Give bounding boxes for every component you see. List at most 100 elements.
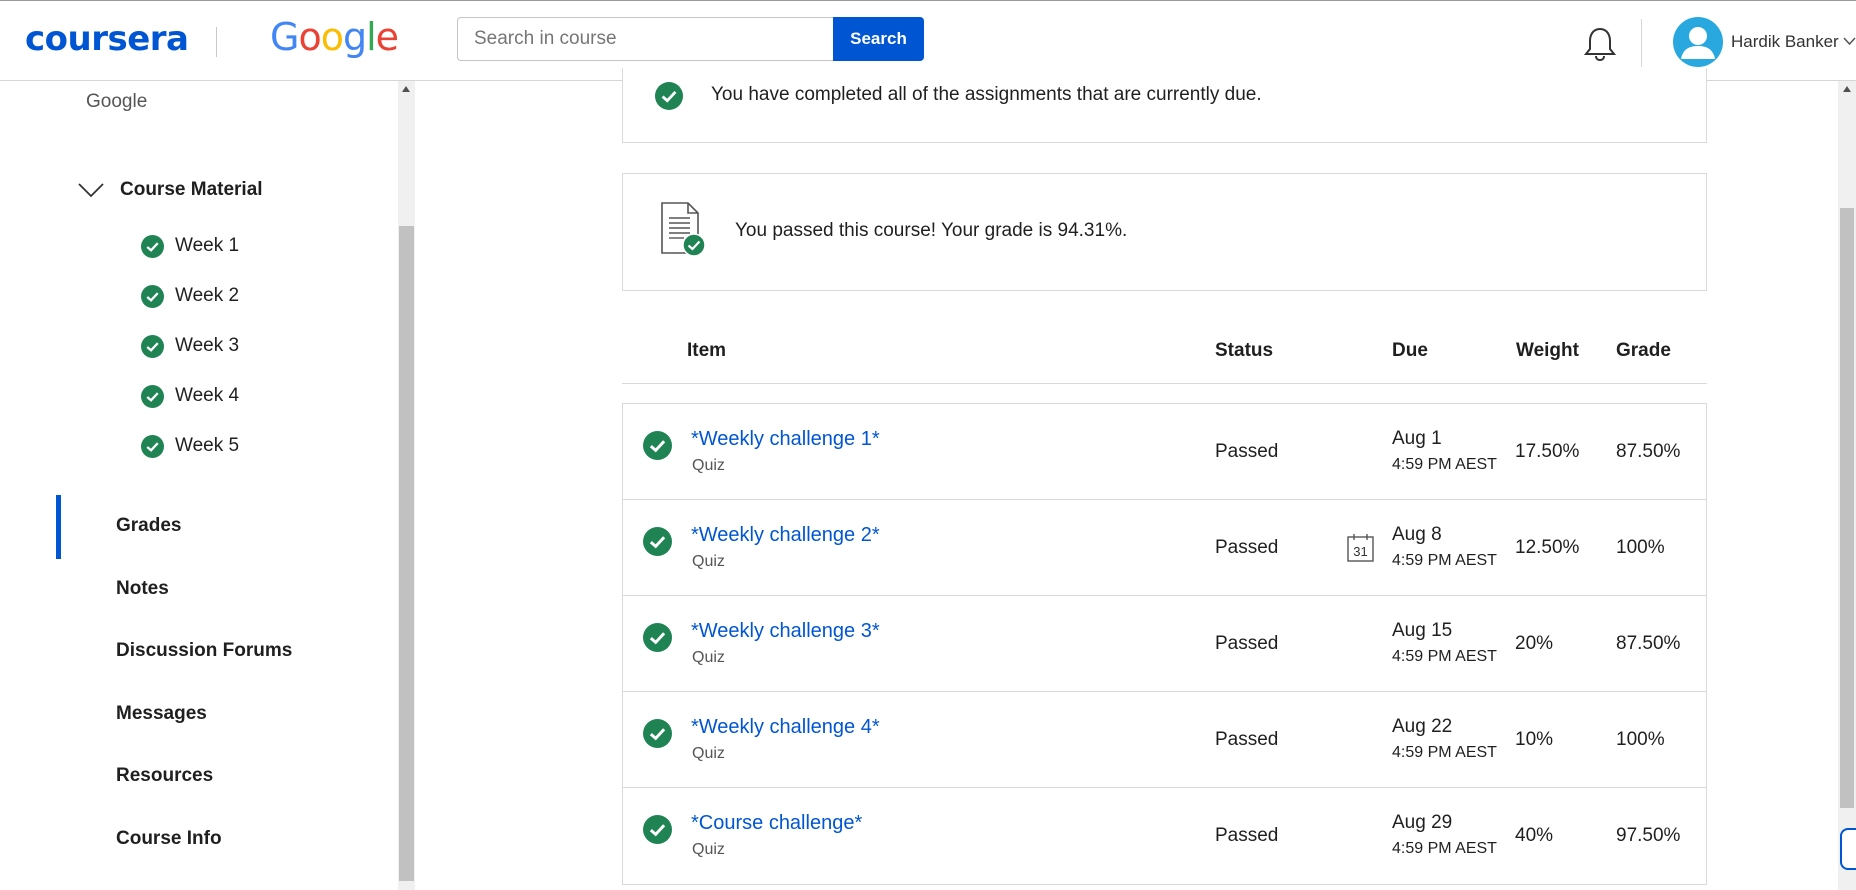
course-passed-card: You passed this course! Your grade is 94… [622,173,1707,291]
weight-cell: 10% [1515,729,1554,750]
item-link[interactable]: *Weekly challenge 1* [691,428,880,451]
sidebar-item-notes[interactable]: Notes [116,578,169,600]
sidebar: ▬▬▬ ▬ ▬▬▬▬ Google Course Material Week 1… [0,65,398,890]
grades-table: *Weekly challenge 1* Quiz Passed Aug 1 4… [622,403,1707,885]
sidebar-item-week-4[interactable]: Week 4 [141,381,239,411]
course-title-partial: ▬▬▬ ▬ ▬▬▬▬ [86,65,249,75]
item-link[interactable]: *Weekly challenge 4* [691,716,880,739]
table-row: *Weekly challenge 2* Quiz Passed 31 Aug … [623,500,1706,596]
sidebar-scrollbar[interactable] [398,81,415,890]
scroll-up-icon[interactable] [402,86,410,92]
week-label: Week 3 [175,335,240,356]
item-type: Quiz [692,553,725,570]
grade-cell: 87.50% [1616,441,1681,462]
due-time: 4:59 PM AEST [1392,552,1497,569]
column-header-grade: Grade [1616,340,1671,361]
due-time: 4:59 PM AEST [1392,744,1497,761]
due-date: Aug 15 [1392,620,1453,641]
grade-cell: 100% [1616,729,1665,750]
week-label: Week 4 [175,385,240,406]
status-cell: Passed [1215,633,1279,654]
due-date: Aug 1 [1392,428,1442,449]
calendar-icon[interactable]: 31 [1347,533,1374,562]
assignments-status-card: You have completed all of the assignment… [622,68,1707,143]
due-date: Aug 22 [1392,716,1453,737]
table-row: *Course challenge* Quiz Passed Aug 29 4:… [623,788,1706,884]
sidebar-item-discussion-forums[interactable]: Discussion Forums [116,640,292,662]
status-cell: Passed [1215,825,1279,846]
course-material-label: Course Material [120,179,263,200]
status-message: You have completed all of the assignment… [711,84,1262,105]
scroll-up-icon[interactable] [1843,86,1851,92]
status-cell: Passed [1215,537,1279,558]
sidebar-item-week-2[interactable]: Week 2 [141,281,239,311]
main-scrollbar[interactable] [1838,81,1856,890]
column-header-due: Due [1392,340,1428,361]
check-circle-icon [643,431,672,460]
item-type: Quiz [692,649,725,666]
weight-cell: 12.50% [1515,537,1580,558]
sidebar-item-week-3[interactable]: Week 3 [141,331,239,361]
grades-table-header: Item Status Due Weight Grade [622,330,1707,384]
user-name[interactable]: Hardik Banker [1731,32,1839,52]
active-nav-indicator [56,495,61,559]
week-label: Week 5 [175,435,240,456]
user-icon [1681,27,1715,59]
check-circle-icon [141,284,164,308]
chevron-down-icon[interactable] [1843,37,1856,46]
sidebar-scrollbar-thumb[interactable] [399,226,414,881]
grade-cell: 97.50% [1616,825,1681,846]
due-time: 4:59 PM AEST [1392,840,1497,857]
main-scrollbar-thumb[interactable] [1840,208,1854,808]
week-label: Week 2 [175,285,240,306]
sidebar-item-grades[interactable]: Grades [116,515,181,537]
check-circle-icon [643,623,672,652]
logo-divider [216,27,217,57]
due-time: 4:59 PM AEST [1392,456,1497,473]
status-cell: Passed [1215,441,1279,462]
week-label: Week 1 [175,235,240,256]
sidebar-item-week-1[interactable]: Week 1 [141,231,239,261]
column-header-item: Item [687,340,727,361]
chevron-down-icon [78,183,104,198]
weight-cell: 20% [1515,633,1554,654]
column-header-status: Status [1215,340,1274,361]
item-link[interactable]: *Weekly challenge 3* [691,620,880,643]
weight-cell: 17.50% [1515,441,1580,462]
due-date: Aug 8 [1392,524,1442,545]
check-circle-icon [141,234,164,258]
due-date: Aug 29 [1392,812,1453,833]
bell-icon[interactable] [1583,26,1617,62]
status-cell: Passed [1215,729,1279,750]
sidebar-item-course-info[interactable]: Course Info [116,828,222,850]
item-type: Quiz [692,745,725,762]
weight-cell: 40% [1515,825,1554,846]
check-circle-icon [643,815,672,844]
item-type: Quiz [692,457,725,474]
sidebar-item-resources[interactable]: Resources [116,765,213,787]
check-circle-icon [655,82,683,110]
check-circle-icon [141,384,164,408]
item-type: Quiz [692,841,725,858]
sidebar-item-messages[interactable]: Messages [116,703,207,725]
table-row: *Weekly challenge 1* Quiz Passed Aug 1 4… [623,404,1706,500]
check-circle-icon [643,719,672,748]
check-circle-icon [141,434,164,458]
avatar[interactable] [1673,17,1723,67]
table-row: *Weekly challenge 4* Quiz Passed Aug 22 … [623,692,1706,788]
grade-cell: 100% [1616,537,1665,558]
header-divider [1641,19,1642,67]
search-button[interactable]: Search [833,17,924,61]
due-time: 4:59 PM AEST [1392,648,1497,665]
certificate-document-icon [661,202,706,257]
item-link[interactable]: *Weekly challenge 2* [691,524,880,547]
sidebar-item-week-5[interactable]: Week 5 [141,431,239,461]
item-link[interactable]: *Course challenge* [691,812,862,835]
calendar-day: 31 [1353,544,1367,559]
course-material-toggle[interactable]: Course Material [78,175,263,205]
column-header-weight: Weight [1516,340,1579,361]
search-input[interactable] [457,17,833,61]
help-tab[interactable] [1840,828,1856,870]
coursera-logo[interactable]: coursera [25,19,189,59]
check-circle-icon [643,527,672,556]
